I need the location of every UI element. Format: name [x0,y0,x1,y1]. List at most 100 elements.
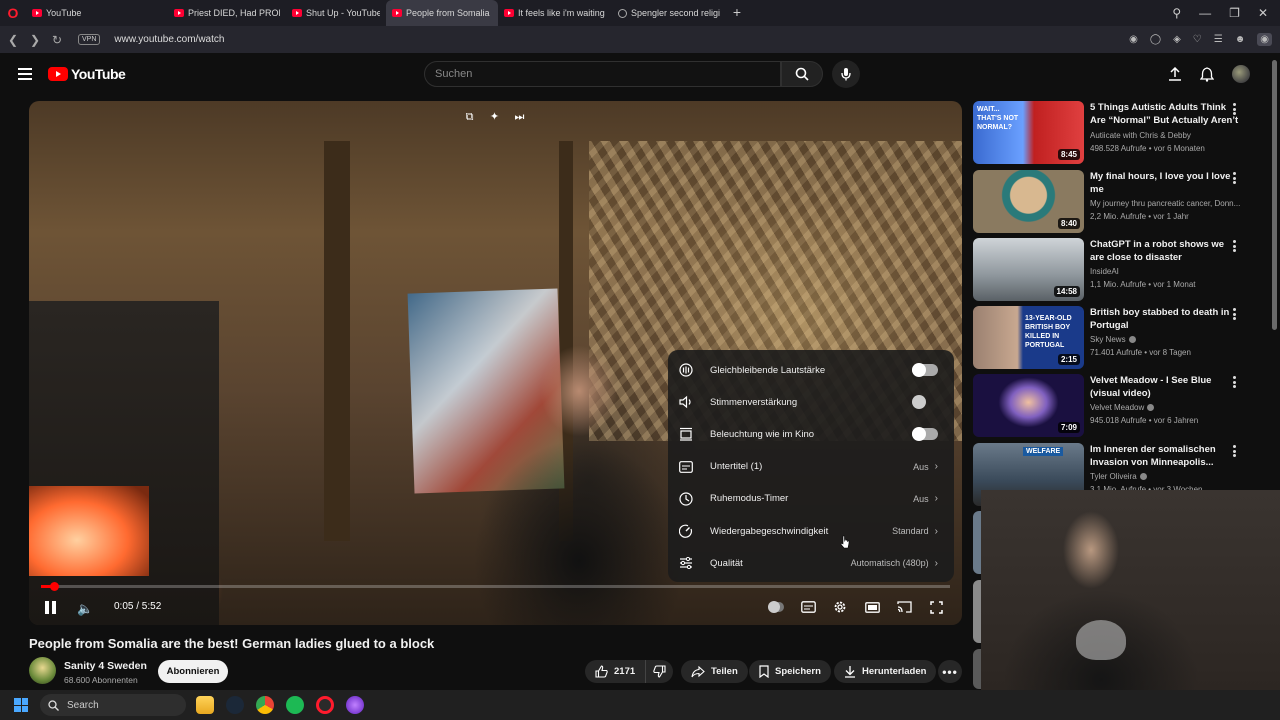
share-button[interactable]: Teilen [681,660,748,683]
cast-button[interactable] [896,599,912,615]
forward-icon[interactable]: ❯ [24,33,46,47]
account-avatar[interactable] [1232,65,1250,83]
dislike-button[interactable] [645,660,673,683]
settings-item-voice-boost[interactable]: Stimmenverstärkung [668,386,954,418]
browser-tab[interactable]: It feels like i'm waiting to [498,0,612,26]
more-options-icon[interactable] [1233,172,1237,184]
channel-name[interactable]: Sky News [1090,335,1240,344]
video-title[interactable]: Velvet Meadow - I See Blue (visual video… [1090,374,1240,400]
video-title[interactable]: British boy stabbed to death in Portugal [1090,306,1240,332]
save-button[interactable]: Speichern [749,660,831,683]
spotify-icon[interactable] [286,696,304,714]
menu-list-icon[interactable]: ☰ [1214,34,1223,45]
chrome-icon[interactable] [256,696,274,714]
more-options-icon[interactable] [1233,308,1237,320]
video-title[interactable]: ChatGPT in a robot shows we are close to… [1090,238,1240,264]
progress-bar[interactable] [41,582,950,591]
skip-icon[interactable]: ⏭ [513,111,526,124]
app-icon[interactable] [346,696,364,714]
reload-icon[interactable]: ↻ [46,33,68,47]
settings-item-sleep-timer[interactable]: Ruhemodus-Timer Aus › [668,483,954,515]
video-thumbnail[interactable]: 7:09 [973,374,1084,437]
extension-icon[interactable]: ◈ [1173,34,1181,45]
file-explorer-icon[interactable] [196,696,214,714]
theater-mode-button[interactable] [864,599,880,615]
more-options-icon[interactable] [1233,103,1237,115]
channel-name[interactable]: Autiicate with Chris & Debby [1090,131,1240,140]
heart-icon[interactable]: ♡ [1193,34,1202,45]
new-tab-button[interactable]: + [730,5,744,20]
browser-tab[interactable]: Shut Up - YouTube [286,0,386,26]
channel-name[interactable]: Velvet Meadow [1090,403,1240,412]
ambient-mode-toggle[interactable] [912,427,938,442]
opera-logo-icon[interactable]: O [0,0,26,26]
recommended-video[interactable]: WAIT... THAT'S NOT NORMAL? 8:45 5 Things… [973,101,1263,165]
subscribe-button[interactable]: Abonnieren [158,660,228,683]
video-thumbnail[interactable]: 8:40 [973,170,1084,233]
youtube-logo[interactable]: YouTube [48,66,126,82]
more-actions-button[interactable]: ••• [938,660,962,683]
video-title[interactable]: Im Inneren der somalischen Invasion von … [1090,443,1240,469]
video-title[interactable]: 5 Things Autistic Adults Think Are “Norm… [1090,101,1240,127]
stable-volume-toggle[interactable] [912,363,938,378]
recommended-video[interactable]: 14:58 ChatGPT in a robot shows we are cl… [973,238,1263,302]
back-icon[interactable]: ❮ [2,33,24,47]
settings-item-quality[interactable]: Qualität Automatisch (480p) › [668,547,954,579]
voice-boost-toggle[interactable] [912,395,938,410]
video-thumbnail[interactable]: 14:58 [973,238,1084,301]
taskbar-search[interactable]: Search [40,694,186,716]
picture-in-picture-icon[interactable]: ⧉ [463,111,476,124]
channel-name[interactable]: Sanity 4 Sweden [64,660,147,672]
steam-icon[interactable] [226,696,244,714]
hamburger-menu-icon[interactable] [18,68,32,80]
url-field[interactable]: www.youtube.com/watch [114,34,224,45]
sidebar-toggle-icon[interactable]: ◉ [1257,33,1272,46]
recommended-video[interactable]: 8:40 My final hours, I love you I love m… [973,170,1263,234]
settings-item-stable-volume[interactable]: Gleichbleibende Lautstärke [668,354,954,386]
pause-icon[interactable] [45,601,57,614]
vpn-badge[interactable]: VPN [78,34,101,45]
notifications-bell-icon[interactable] [1200,66,1214,82]
channel-name[interactable]: InsideAI [1090,267,1240,276]
like-button[interactable]: 2171 [585,660,648,683]
voice-search-button[interactable] [832,60,860,88]
download-button[interactable]: Herunterladen [834,660,937,683]
search-button[interactable] [781,61,823,87]
recommended-video[interactable]: 7:09 Velvet Meadow - I See Blue (visual … [973,374,1263,438]
minimize-icon[interactable]: — [1199,6,1211,20]
shield-icon[interactable]: ◯ [1150,34,1161,45]
progress-scrubber[interactable] [49,582,59,591]
channel-avatar[interactable] [29,657,56,684]
recommended-video[interactable]: 13-YEAR-OLD BRITISH BOY KILLED IN PORTUG… [973,306,1263,370]
maximize-icon[interactable]: ❐ [1229,6,1240,20]
search-tabs-icon[interactable]: ⚲ [1172,6,1181,20]
channel-name[interactable]: My journey thru pancreatic cancer, Donn.… [1090,199,1240,208]
search-input[interactable]: Suchen [424,61,781,87]
autoplay-toggle[interactable] [768,599,784,615]
settings-item-subtitles[interactable]: Untertitel (1) Aus › [668,451,954,483]
browser-tab[interactable]: Priest DIED, Had PROFOUND [168,0,286,26]
settings-item-playback-speed[interactable]: Wiedergabegeschwindigkeit Standard › [668,515,954,547]
more-options-icon[interactable] [1233,376,1237,388]
profile-icon[interactable]: ☻ [1235,34,1246,45]
windows-start-icon[interactable] [14,698,28,712]
sparkle-icon[interactable]: ✦ [488,111,501,124]
browser-tab-active[interactable]: People from Somalia [386,0,498,26]
volume-icon[interactable]: 🔈 [77,601,93,617]
more-options-icon[interactable] [1233,240,1237,252]
page-scrollbar[interactable] [1272,60,1277,330]
channel-name[interactable]: Tyler Oliveira [1090,472,1240,481]
more-options-icon[interactable] [1233,445,1237,457]
fullscreen-button[interactable] [928,599,944,615]
browser-tab[interactable]: Spengler second religious [612,0,726,26]
camera-icon[interactable]: ◉ [1129,34,1138,45]
close-icon[interactable]: ✕ [1258,6,1268,20]
browser-tab[interactable]: YouTube [26,0,144,26]
video-thumbnail[interactable]: 13-YEAR-OLD BRITISH BOY KILLED IN PORTUG… [973,306,1084,369]
subtitles-button[interactable] [800,599,816,615]
settings-item-ambient-mode[interactable]: Beleuchtung wie im Kino [668,418,954,450]
upload-icon[interactable] [1168,67,1182,81]
video-thumbnail[interactable]: WAIT... THAT'S NOT NORMAL? 8:45 [973,101,1084,164]
settings-button[interactable] [832,599,848,615]
opera-icon[interactable] [316,696,334,714]
